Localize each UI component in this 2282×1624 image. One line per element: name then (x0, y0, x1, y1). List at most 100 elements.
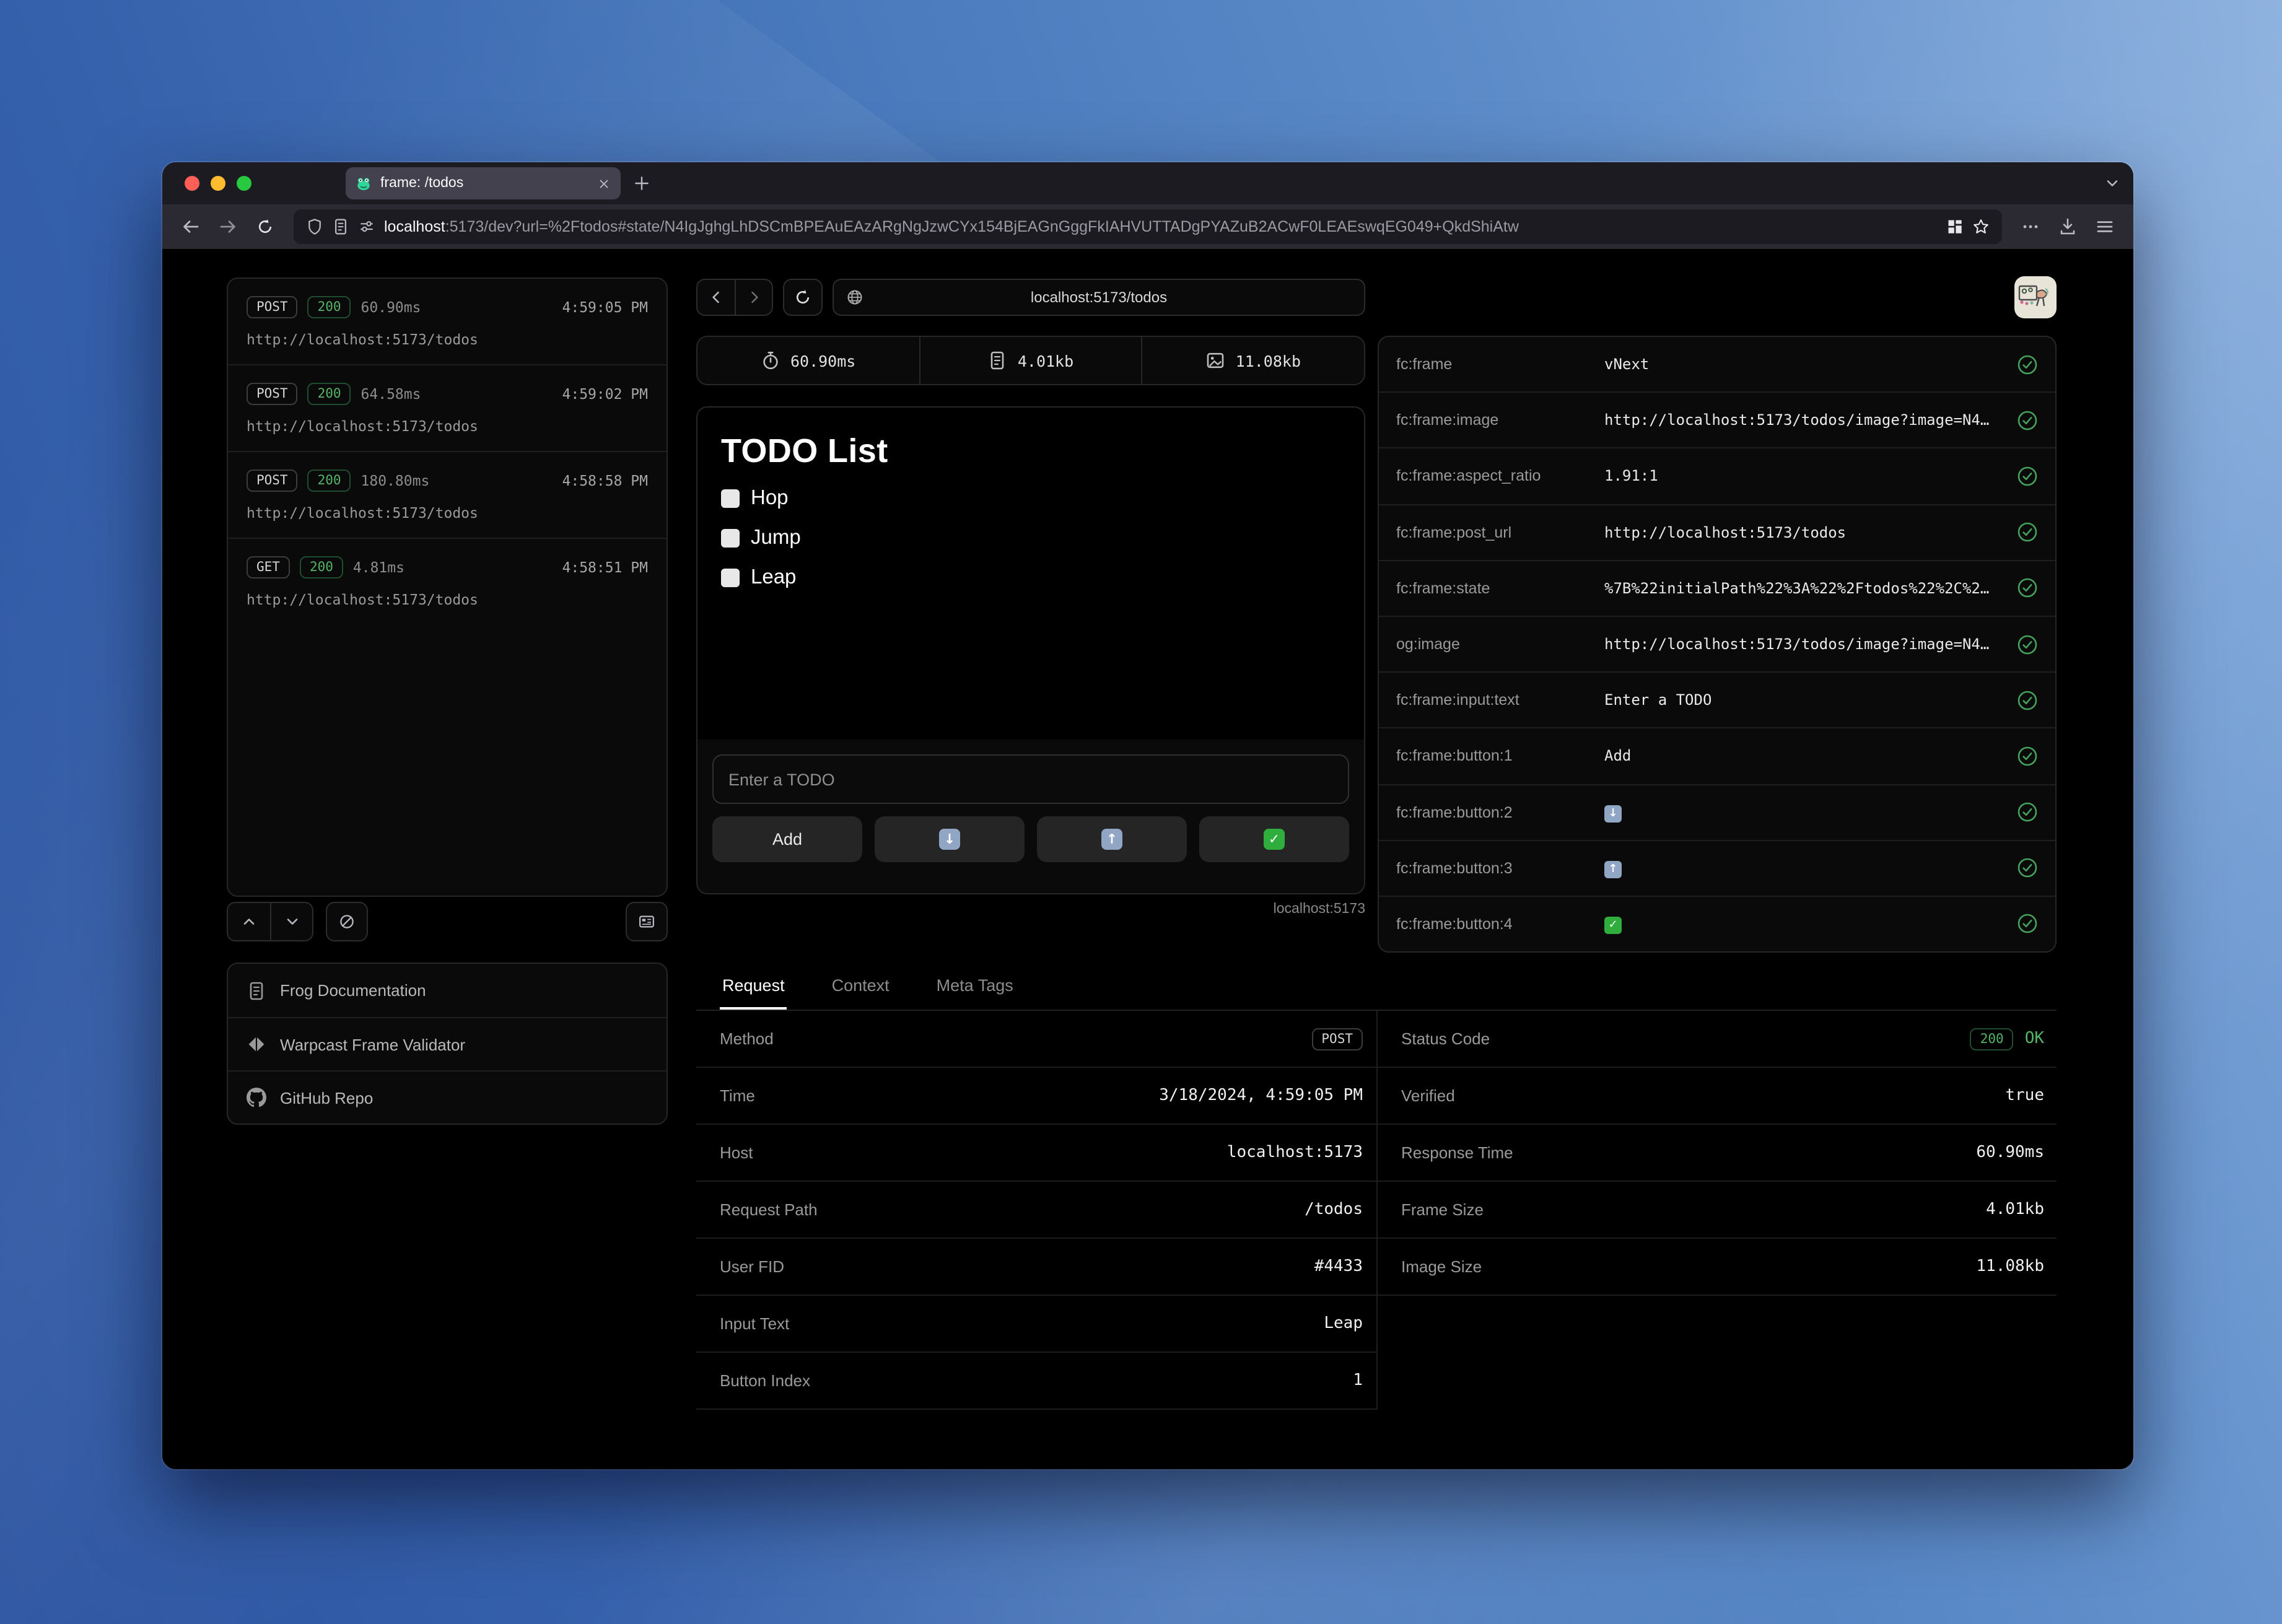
detail-label: Response Time (1401, 1143, 1513, 1162)
meta-content: http://localhost:5173/todos/image?image=… (1604, 635, 2004, 653)
link-warpcast-frame-validator[interactable]: Warpcast Frame Validator (228, 1017, 667, 1070)
detail-label: Image Size (1401, 1257, 1482, 1276)
back-button[interactable] (175, 211, 207, 243)
request-row[interactable]: POST 200 180.80ms 4:58:58 PM http://loca… (228, 451, 667, 538)
frame-button-up[interactable]: ↑ (1037, 816, 1187, 862)
browser-window: frame: /todos localhost:5173/dev?url=%2F… (162, 162, 2133, 1469)
detail-row: Frame Size 4.01kb (1378, 1182, 2057, 1239)
ban-icon (338, 913, 356, 930)
meta-property: fc:frame:input:text (1396, 691, 1604, 709)
clear-requests-button[interactable] (326, 902, 368, 941)
frame-button-check[interactable]: ✓ (1199, 816, 1349, 862)
frog-devtools-page: POST 200 60.90ms 4:59:05 PM http://local… (162, 249, 2133, 1469)
new-tab-button[interactable] (633, 175, 650, 192)
user-avatar[interactable] (2014, 276, 2057, 318)
close-window-button[interactable] (185, 176, 199, 191)
detail-row: Image Size 11.08kb (1378, 1239, 2057, 1296)
meta-content: ↑ (1604, 858, 2004, 878)
minimize-window-button[interactable] (211, 176, 225, 191)
request-row[interactable]: POST 200 60.90ms 4:59:05 PM http://local… (228, 279, 667, 364)
link-label: Frog Documentation (280, 981, 426, 1000)
metric-image-size: 11.08kb (1142, 337, 1364, 384)
check-circle-icon (2017, 801, 2038, 823)
tab-list-chevron-icon[interactable] (2104, 175, 2121, 192)
frame-text-input[interactable] (712, 754, 1349, 804)
request-row[interactable]: GET 200 4.81ms 4:58:51 PM http://localho… (228, 538, 667, 624)
response-details-column: Status Code 200 OK Verified true (1378, 1011, 2057, 1410)
zoom-window-button[interactable] (237, 176, 251, 191)
timestamp-label: 4:58:51 PM (562, 559, 649, 576)
status-badge: 200 (1970, 1028, 2014, 1050)
frame-button-down[interactable]: ↓ (875, 816, 1025, 862)
downloads-icon[interactable] (2052, 211, 2084, 243)
page-info-icon[interactable] (332, 218, 349, 235)
check-circle-icon (2017, 914, 2038, 935)
meta-row: fc:frame:button:4 ✓ (1379, 896, 2055, 951)
duration-label: 64.58ms (361, 385, 421, 403)
check-circle-icon (2017, 858, 2038, 879)
frame-forward-button[interactable] (735, 280, 772, 315)
frame-metrics-bar: 60.90ms 4.01kb 11.08kb (696, 336, 1365, 385)
github-icon (247, 1088, 266, 1107)
inspector-tabs: Request Context Meta Tags (696, 965, 2057, 1011)
todo-item: Leap (721, 566, 1340, 590)
frame-address-bar[interactable]: localhost:5173/todos (833, 279, 1365, 316)
frame-reload-button[interactable] (783, 279, 823, 316)
reload-button[interactable] (249, 211, 281, 243)
checkbox-icon (721, 529, 740, 548)
frame-button-add[interactable]: Add (712, 816, 862, 862)
globe-icon (846, 289, 863, 306)
frame-back-button[interactable] (697, 280, 735, 315)
detail-label: Method (720, 1029, 774, 1048)
link-frog-documentation[interactable]: Frog Documentation (228, 964, 667, 1017)
extensions-ellipsis-icon[interactable] (2014, 211, 2047, 243)
meta-row: fc:frame:aspect_ratio 1.91:1 (1379, 448, 2055, 504)
tab-request[interactable]: Request (720, 965, 787, 1010)
metric-response-time-value: 60.90ms (790, 351, 855, 370)
meta-content: Enter a TODO (1604, 691, 2004, 709)
bookmark-star-icon[interactable] (1972, 218, 1990, 235)
toggle-panel-button[interactable] (626, 902, 668, 941)
detail-value: 3/18/2024, 4:59:05 PM (1159, 1086, 1363, 1105)
tab-context[interactable]: Context (829, 965, 892, 1010)
detail-row: Input Text Leap (696, 1296, 1376, 1353)
detail-label: Frame Size (1401, 1200, 1484, 1219)
meta-row: fc:frame:post_url http://localhost:5173/… (1379, 504, 2055, 559)
desktop-wallpaper: frame: /todos localhost:5173/dev?url=%2F… (0, 0, 2282, 1624)
frame-preview-toolbar: localhost:5173/todos (696, 279, 1365, 316)
meta-property: fc:frame:aspect_ratio (1396, 468, 1604, 485)
tab-meta-tags[interactable]: Meta Tags (934, 965, 1016, 1010)
meta-content: http://localhost:5173/todos/image?image=… (1604, 412, 2004, 429)
timestamp-label: 4:59:02 PM (562, 385, 649, 403)
detail-label: User FID (720, 1257, 784, 1276)
address-bar[interactable]: localhost:5173/dev?url=%2Ftodos#state/N4… (294, 209, 2002, 244)
site-settings-icon[interactable] (358, 218, 375, 235)
metric-response-time: 60.90ms (697, 337, 919, 384)
page-actions-icon[interactable] (1946, 218, 1964, 235)
tab-close-icon[interactable] (597, 177, 611, 190)
request-inspector: Request Context Meta Tags Method POST Ti… (696, 965, 2057, 1451)
check-circle-icon (2017, 410, 2038, 431)
next-request-button[interactable] (270, 903, 312, 940)
menu-hamburger-icon[interactable] (2089, 211, 2121, 243)
meta-tags-table: fc:frame vNext fc:frame:image http://loc… (1378, 336, 2057, 953)
detail-value: /todos (1305, 1200, 1363, 1219)
detail-row: Response Time 60.90ms (1378, 1125, 2057, 1182)
browser-toolbar: localhost:5173/dev?url=%2Ftodos#state/N4… (162, 204, 2133, 249)
check-emoji: ✓ (1264, 829, 1285, 850)
reload-icon (794, 289, 811, 306)
status-badge: 200 (308, 383, 351, 405)
meta-row: fc:frame:button:2 ↓ (1379, 784, 2055, 839)
tracking-shield-icon[interactable] (306, 218, 323, 235)
todo-label: Leap (751, 566, 796, 590)
detail-label: Verified (1401, 1086, 1455, 1105)
forward-button[interactable] (212, 211, 244, 243)
link-github-repo[interactable]: GitHub Repo (228, 1070, 667, 1124)
history-nav-row (227, 902, 668, 941)
previous-request-button[interactable] (228, 903, 270, 940)
request-url: http://localhost:5173/todos (247, 417, 648, 435)
warpcast-diamond-icon (247, 1034, 266, 1054)
request-row[interactable]: POST 200 64.58ms 4:59:02 PM http://local… (228, 364, 667, 451)
meta-content: http://localhost:5173/todos (1604, 523, 2004, 541)
browser-tab[interactable]: frame: /todos (346, 167, 621, 199)
